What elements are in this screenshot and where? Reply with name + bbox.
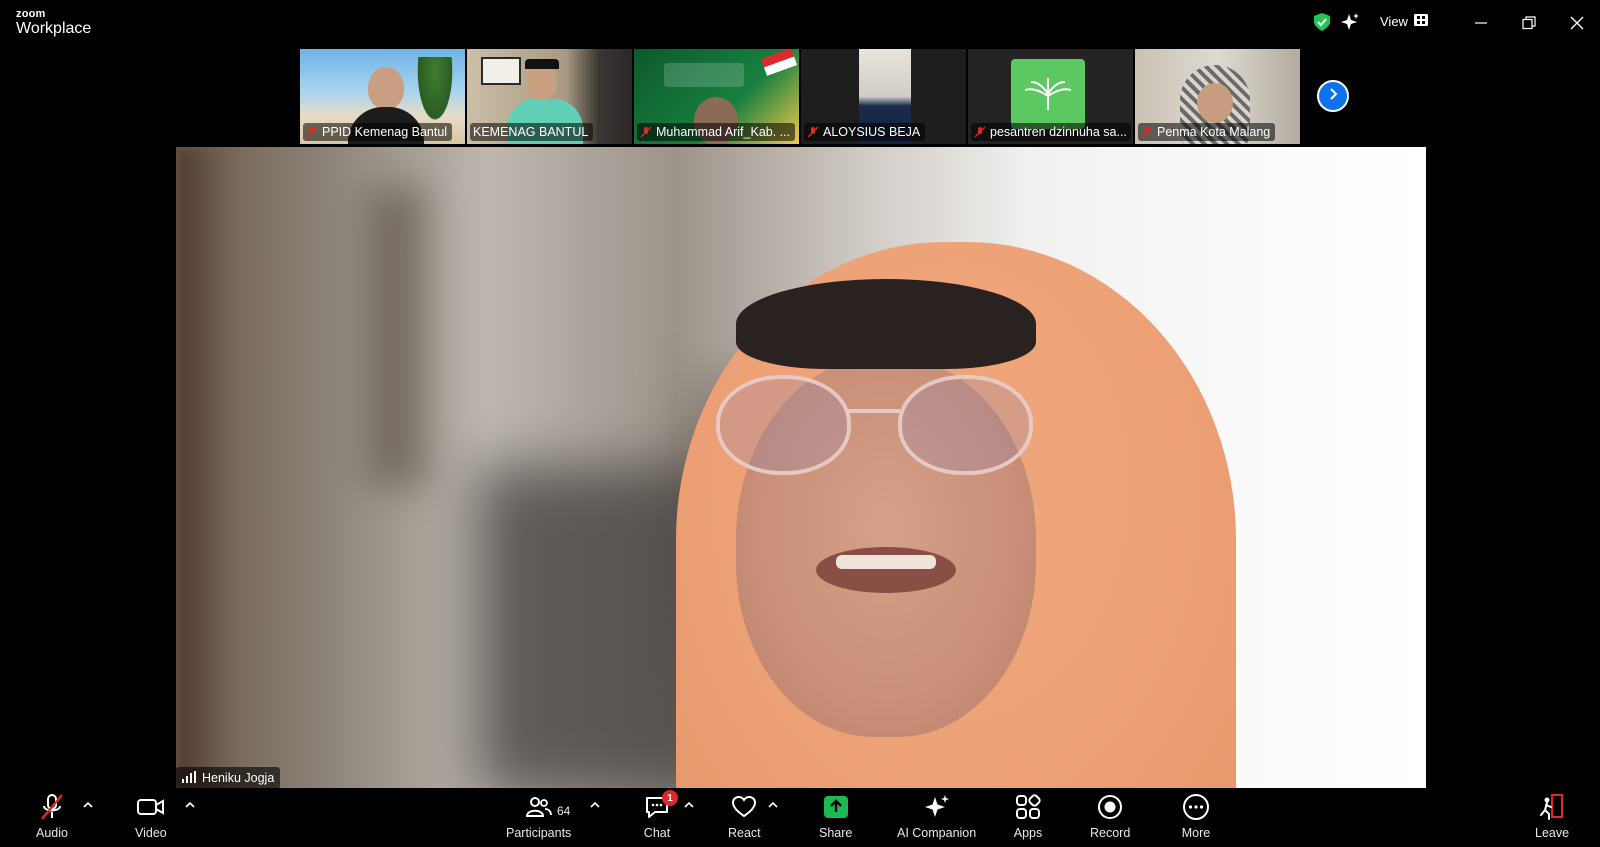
restore-icon[interactable] [1518,12,1540,34]
audio-options-chevron-icon[interactable] [81,798,95,812]
react-button[interactable]: React [728,792,761,840]
participant-strip: PPID Kemenag Bantul KEMENAG BANTUL Muham… [300,49,1300,144]
share-screen-icon [821,792,851,822]
heart-icon [729,792,759,822]
participant-label: ALOYSIUS BEJA [804,123,926,141]
participant-thumbnail[interactable]: Penma Kota Malang [1135,49,1300,144]
participant-thumbnail[interactable]: PPID Kemenag Bantul [300,49,465,144]
record-icon [1095,792,1125,822]
audio-label: Audio [36,826,68,840]
share-label: Share [819,826,853,840]
participant-thumbnail[interactable]: ALOYSIUS BEJA [801,49,966,144]
grid-icon [1413,14,1428,29]
participant-name: KEMENAG BANTUL [473,125,589,139]
video-options-chevron-icon[interactable] [183,798,197,812]
speaker-name: Heniku Jogja [202,771,275,785]
participant-label: PPID Kemenag Bantul [303,123,453,141]
view-button[interactable]: View [1380,14,1428,29]
pesantren-logo [1011,59,1085,129]
participant-label: Penma Kota Malang [1138,123,1276,141]
more-button[interactable]: More [1181,792,1211,840]
participant-name: PPID Kemenag Bantul [322,125,448,139]
audio-button[interactable]: Audio [36,792,68,840]
title-bar: zoom Workplace View [0,0,1600,46]
muted-mic-icon [807,126,819,138]
chat-label: Chat [643,826,671,840]
meeting-toolbar: Audio Video Participants 64 1 Chat React… [0,788,1600,847]
participant-name: Penma Kota Malang [1157,125,1271,139]
ai-companion-button[interactable]: AI Companion [897,792,976,840]
ai-sparkle-icon[interactable] [1340,12,1360,32]
participants-count: 64 [557,804,571,818]
participant-thumbnail[interactable]: Muhammad Arif_Kab. ... [634,49,799,144]
leave-door-icon [1537,792,1567,822]
react-options-chevron-icon[interactable] [766,798,780,812]
participant-label: Muhammad Arif_Kab. ... [637,123,796,141]
participant-label: pesantren dzinnuha sa... [971,123,1131,141]
record-button[interactable]: Record [1090,792,1130,840]
leave-button[interactable]: Leave [1535,792,1569,840]
react-label: React [728,826,761,840]
brand-small: zoom [16,8,46,20]
more-label: More [1181,826,1211,840]
chevron-right-icon [1326,87,1340,106]
signal-strength-icon [182,770,196,786]
muted-mic-icon [306,126,318,138]
muted-mic-icon [1141,126,1153,138]
apps-grid-icon [1013,792,1043,822]
muted-mic-icon [37,792,67,822]
brand-big: Workplace [16,20,92,37]
video-label: Video [135,826,167,840]
chat-unread-badge: 1 [662,790,678,806]
speaker-name-tag: Heniku Jogja [176,767,281,789]
chat-button[interactable]: 1 Chat [642,790,678,840]
minimize-icon[interactable] [1470,12,1492,34]
participants-options-chevron-icon[interactable] [588,798,602,812]
participant-name: ALOYSIUS BEJA [823,125,921,139]
share-button[interactable]: Share [819,792,852,840]
view-label: View [1380,14,1408,29]
more-dots-icon [1181,792,1211,822]
muted-mic-icon [974,126,986,138]
record-label: Record [1090,826,1131,840]
zoom-logo: zoom Workplace [16,9,91,37]
ai-sparkle-icon [922,792,952,822]
active-speaker-video [176,147,1426,788]
participant-thumbnail[interactable]: pesantren dzinnuha sa... [968,49,1133,144]
participant-name: Muhammad Arif_Kab. ... [656,125,791,139]
apps-button[interactable]: Apps [1013,792,1043,840]
close-icon[interactable] [1566,12,1588,34]
participant-name: pesantren dzinnuha sa... [990,125,1127,139]
next-page-button[interactable] [1317,80,1349,112]
leave-label: Leave [1535,826,1570,840]
ai-companion-label: AI Companion [897,826,977,840]
apps-label: Apps [1013,826,1043,840]
participants-icon [524,792,554,822]
participants-label: Participants [506,826,572,840]
video-button[interactable]: Video [135,792,167,840]
participant-label: KEMENAG BANTUL [470,123,594,141]
video-camera-icon [136,792,166,822]
chat-options-chevron-icon[interactable] [682,798,696,812]
security-shield-icon[interactable] [1312,12,1332,32]
chat-bubble-icon: 1 [642,790,678,822]
muted-mic-icon [640,126,652,138]
participant-thumbnail[interactable]: KEMENAG BANTUL [467,49,632,144]
